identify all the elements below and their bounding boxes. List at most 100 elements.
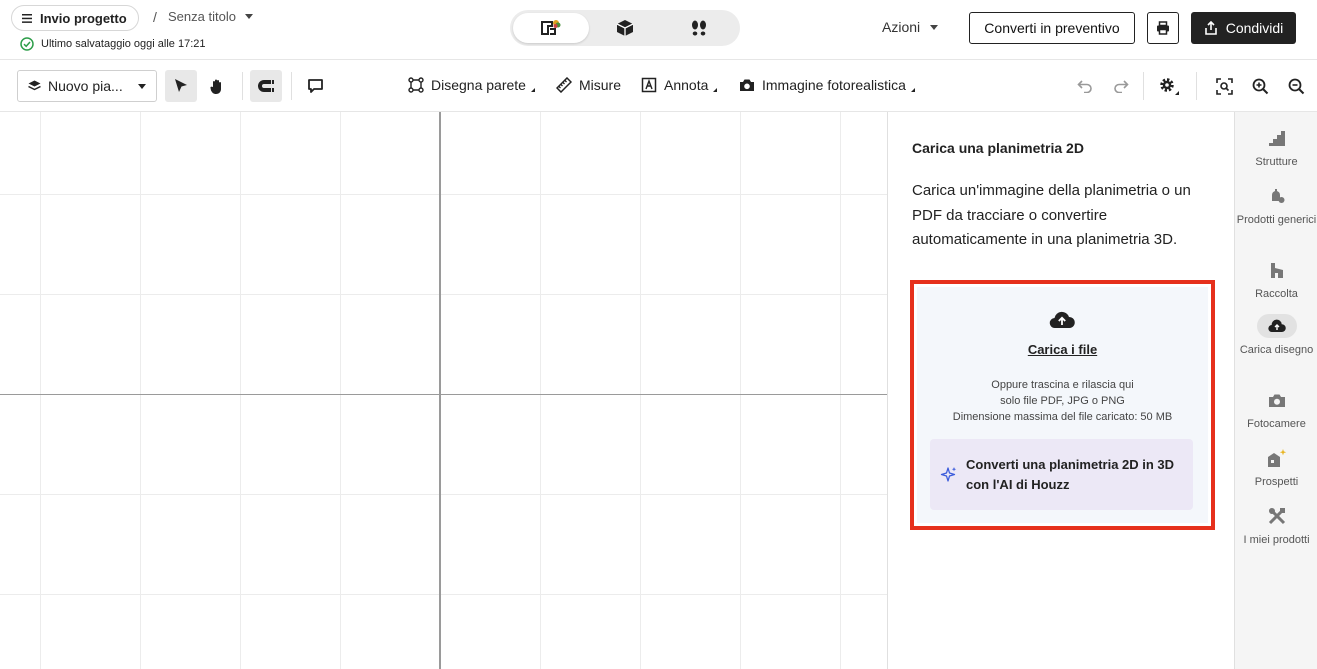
floor-select-value: Nuovo pia... bbox=[48, 78, 123, 94]
caret-down-icon bbox=[930, 24, 939, 30]
grid-line bbox=[0, 294, 887, 295]
rail-item-prodotti-generici[interactable]: Prodotti generici bbox=[1235, 184, 1317, 228]
undo-button[interactable] bbox=[1069, 70, 1101, 102]
floorplan-canvas[interactable] bbox=[0, 112, 887, 669]
zoom-in-icon bbox=[1252, 78, 1268, 94]
rail-item-carica-disegno[interactable]: Carica disegno bbox=[1235, 314, 1317, 358]
grid-line bbox=[740, 112, 741, 669]
draw-wall-icon bbox=[408, 77, 424, 93]
grid-line bbox=[840, 112, 841, 669]
actions-menu[interactable]: Azioni bbox=[882, 19, 939, 35]
project-button-label: Invio progetto bbox=[40, 10, 127, 26]
drop-hint: Oppure trascina e rilascia qui bbox=[991, 379, 1134, 391]
rail-label: I miei prodotti bbox=[1243, 534, 1310, 546]
cloud-upload-icon bbox=[1256, 314, 1297, 338]
pointer-arrow-icon bbox=[175, 79, 187, 92]
view-2d-button[interactable] bbox=[513, 13, 589, 43]
stairs-icon bbox=[1257, 126, 1297, 150]
measure-tool[interactable]: Misure bbox=[556, 77, 621, 93]
rail-item-i-miei-prodotti[interactable]: I miei prodotti bbox=[1235, 504, 1317, 548]
fit-to-screen-icon bbox=[1215, 77, 1233, 95]
panel-description: Carica un'immagine della planimetria o u… bbox=[912, 182, 1191, 248]
submenu-indicator bbox=[713, 88, 718, 92]
zoom-out-icon bbox=[1288, 78, 1304, 94]
undo-icon bbox=[1077, 80, 1092, 93]
submenu-indicator bbox=[910, 88, 915, 92]
breadcrumb-separator: / bbox=[153, 9, 157, 25]
share-button-label: Condividi bbox=[1225, 20, 1284, 36]
upload-drawing-panel: Carica una planimetria 2D Carica un'imma… bbox=[887, 112, 1234, 669]
grid-line bbox=[40, 112, 41, 669]
print-button[interactable] bbox=[1147, 12, 1179, 44]
gear-icon bbox=[1160, 78, 1179, 95]
grid-line bbox=[0, 194, 887, 195]
grid-line bbox=[0, 594, 887, 595]
footsteps-icon bbox=[692, 20, 706, 36]
annotate-icon bbox=[641, 77, 657, 93]
elevation-icon bbox=[1257, 446, 1297, 470]
comment-tool-button[interactable] bbox=[299, 70, 331, 102]
rail-item-prospetti[interactable]: Prospetti bbox=[1235, 446, 1317, 490]
rail-label: Prospetti bbox=[1254, 476, 1299, 488]
caret-down-icon bbox=[138, 83, 146, 89]
pan-tool-button[interactable] bbox=[201, 70, 233, 102]
view-walkthrough-button[interactable] bbox=[661, 13, 737, 43]
max-size-hint: Dimensione massima del file caricato: 50… bbox=[952, 411, 1173, 423]
right-side-rail: Strutture Prodotti generici Raccolta Car… bbox=[1234, 112, 1317, 669]
draw-wall-tool[interactable]: Disegna parete bbox=[408, 77, 535, 93]
actions-label: Azioni bbox=[882, 19, 921, 35]
share-button[interactable]: Condividi bbox=[1191, 12, 1296, 44]
submenu-indicator bbox=[530, 88, 535, 92]
rail-label: Prodotti generici bbox=[1236, 214, 1317, 226]
floor-select[interactable]: Nuovo pia... bbox=[17, 70, 157, 102]
comment-icon bbox=[307, 79, 323, 93]
printer-icon bbox=[1157, 21, 1169, 35]
rail-item-fotocamere[interactable]: Fotocamere bbox=[1235, 388, 1317, 432]
ai-convert-label: Converti una planimetria 2D in 3D con l'… bbox=[966, 457, 1175, 492]
view-mode-switch bbox=[510, 10, 740, 46]
convert-to-quote-button[interactable]: Converti in preventivo bbox=[969, 12, 1135, 44]
file-dropzone[interactable]: Carica i file Oppure trascina e rilascia… bbox=[917, 287, 1208, 523]
toolbar-divider bbox=[242, 72, 243, 100]
toolbar-divider bbox=[1196, 72, 1197, 100]
upload-files-link[interactable]: Carica i file bbox=[917, 342, 1208, 357]
panel-title: Carica una planimetria 2D bbox=[912, 140, 1084, 156]
photoreal-label: Immagine fotorealistica bbox=[762, 77, 906, 93]
view-3d-button[interactable] bbox=[587, 13, 663, 43]
rail-label: Strutture bbox=[1255, 156, 1298, 168]
settings-button[interactable] bbox=[1153, 70, 1185, 102]
project-title: Senza titolo bbox=[168, 9, 236, 24]
rail-label: Raccolta bbox=[1255, 288, 1298, 300]
annotate-tool[interactable]: Annota bbox=[641, 77, 718, 93]
fit-view-button[interactable] bbox=[1208, 70, 1240, 102]
measure-label: Misure bbox=[579, 77, 622, 93]
top-header: Invio progetto / Senza titolo Ultimo sal… bbox=[0, 0, 1317, 60]
select-tool-button[interactable] bbox=[165, 70, 197, 102]
zoom-out-button[interactable] bbox=[1280, 70, 1312, 102]
editor-toolbar: Nuovo pia... Disegna parete Misure Annot… bbox=[0, 60, 1317, 112]
file-type-hint: solo file PDF, JPG o PNG bbox=[1000, 395, 1125, 407]
grid-line bbox=[140, 112, 141, 669]
furniture-icon bbox=[1257, 184, 1297, 208]
rail-item-strutture[interactable]: Strutture bbox=[1235, 126, 1317, 170]
grid-line bbox=[640, 112, 641, 669]
origin-axis-vertical bbox=[439, 112, 441, 669]
project-title-dropdown[interactable]: Senza titolo bbox=[168, 9, 253, 24]
rail-item-raccolta[interactable]: Raccolta bbox=[1235, 258, 1317, 302]
camera-icon bbox=[1257, 388, 1297, 412]
save-status-text: Ultimo salvataggio oggi alle 17:21 bbox=[41, 38, 206, 50]
sparkle-icon bbox=[940, 467, 957, 482]
rail-label: Fotocamere bbox=[1247, 418, 1306, 430]
cloud-upload-icon bbox=[1049, 311, 1075, 329]
photoreal-render-tool[interactable]: Immagine fotorealistica bbox=[739, 77, 915, 93]
ai-convert-button[interactable]: Converti una planimetria 2D in 3D con l'… bbox=[930, 439, 1193, 510]
grid-line bbox=[240, 112, 241, 669]
project-menu-button[interactable]: Invio progetto bbox=[11, 5, 139, 31]
layers-icon bbox=[28, 80, 41, 91]
origin-axis-horizontal bbox=[0, 394, 887, 395]
zoom-in-button[interactable] bbox=[1244, 70, 1276, 102]
toolbar-divider bbox=[291, 72, 292, 100]
draw-wall-label: Disegna parete bbox=[431, 77, 526, 93]
redo-button[interactable] bbox=[1105, 70, 1137, 102]
snap-toggle-button[interactable] bbox=[250, 70, 282, 102]
